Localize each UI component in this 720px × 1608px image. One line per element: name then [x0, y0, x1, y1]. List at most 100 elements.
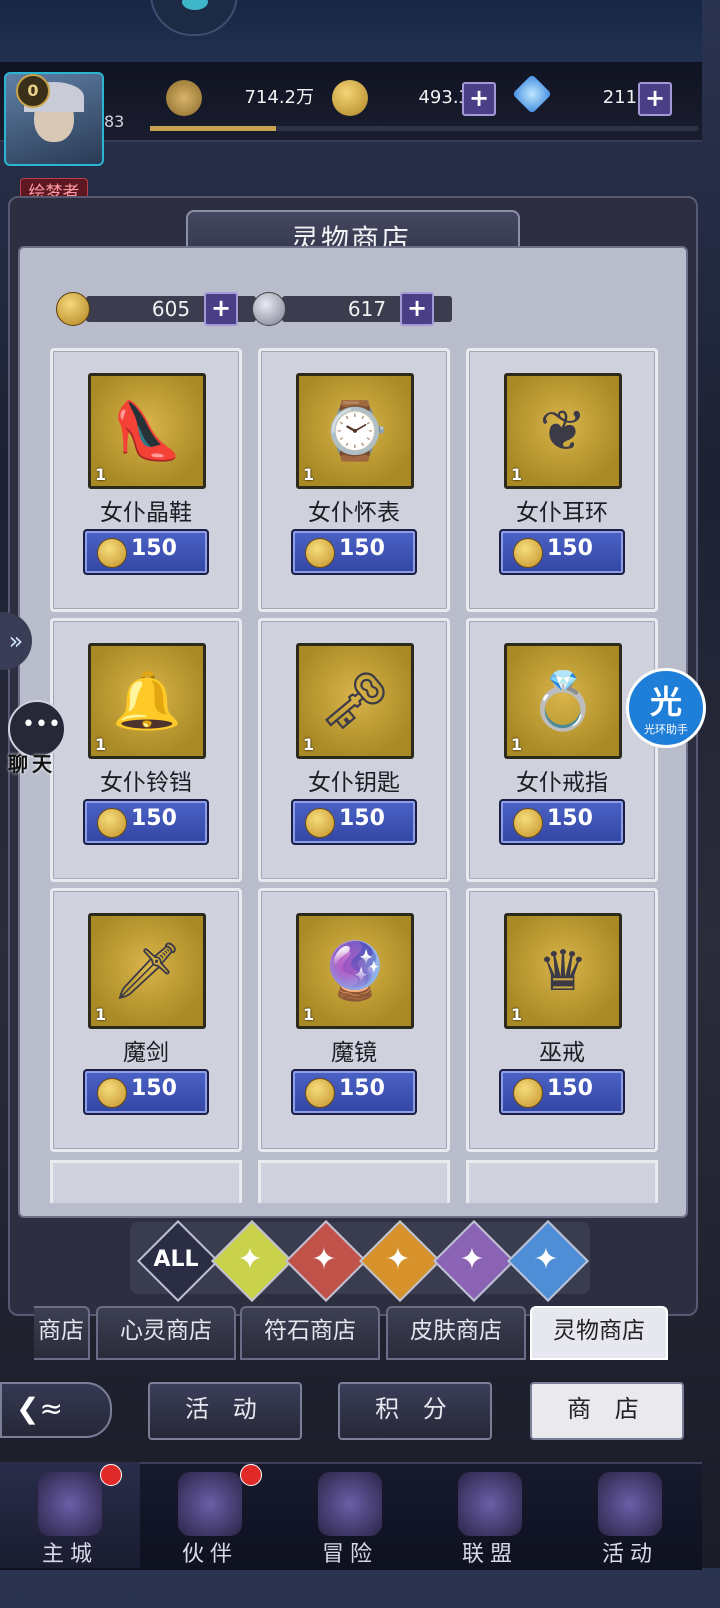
buy-button[interactable]: 150 — [83, 799, 209, 845]
item-card-partial[interactable] — [258, 1160, 450, 1203]
item-price: 150 — [339, 806, 385, 831]
ring-icon: 💍 — [528, 669, 598, 734]
item-card[interactable]: 💍 1 女仆戒指 150 — [466, 618, 658, 882]
points-button[interactable]: 积 分 — [338, 1382, 492, 1440]
cards-icon — [598, 1472, 662, 1536]
tab-rune-shop[interactable]: 符石商店 — [240, 1306, 380, 1360]
mirror-icon: 🔮 — [320, 939, 390, 1004]
player-level: 83 — [104, 112, 125, 131]
item-image[interactable]: 🔔 1 — [88, 643, 206, 759]
buy-button[interactable]: 150 — [291, 1069, 417, 1115]
tab-alliance[interactable]: 联盟 — [420, 1462, 560, 1568]
sword-icon: 🗡 — [111, 939, 183, 1004]
spirit-coin-icon — [97, 808, 127, 838]
gold-display: 493.3万 + — [332, 80, 502, 116]
item-image[interactable]: 💍 1 — [504, 643, 622, 759]
power-display: 714.2万 — [166, 80, 316, 116]
item-card-partial[interactable] — [50, 1160, 242, 1203]
tab-shop-partial[interactable]: 商店 — [34, 1306, 90, 1360]
tab-skin-shop[interactable]: 皮肤商店 — [386, 1306, 526, 1360]
power-value: 714.2万 — [244, 87, 314, 108]
pocket-watch-icon: ⌚ — [320, 399, 390, 464]
buy-button[interactable]: 150 — [83, 529, 209, 575]
item-name: 女仆戒指 — [516, 770, 608, 796]
tab-spirit-shop[interactable]: 灵物商店 — [530, 1306, 668, 1360]
add-diamond-button[interactable]: + — [638, 82, 672, 116]
item-card[interactable]: ♛ 1 巫戒 150 — [466, 888, 658, 1152]
item-card[interactable]: 🗡 1 魔剑 150 — [50, 888, 242, 1152]
item-name: 女仆钥匙 — [308, 770, 400, 796]
add-currency1-button[interactable]: + — [204, 292, 238, 326]
item-image[interactable]: 🔮 1 — [296, 913, 414, 1029]
crown-ring-icon: ♛ — [537, 938, 589, 1004]
helper-float-button[interactable]: 光 光环助手 — [626, 668, 706, 748]
spirit-coin-icon — [305, 538, 335, 568]
item-card[interactable]: 👠 1 女仆晶鞋 150 — [50, 348, 242, 612]
item-image[interactable]: ⌚ 1 — [296, 373, 414, 489]
buy-button[interactable]: 150 — [291, 799, 417, 845]
item-quantity: 1 — [95, 465, 107, 484]
item-card[interactable]: 🗝 1 女仆钥匙 150 — [258, 618, 450, 882]
top-strip — [0, 0, 702, 70]
item-image[interactable]: ❦ 1 — [504, 373, 622, 489]
tab-adventure[interactable]: 冒险 — [280, 1462, 420, 1568]
item-quantity: 1 — [95, 1005, 107, 1024]
add-gold-button[interactable]: + — [462, 82, 496, 116]
item-quantity: 1 — [511, 1005, 523, 1024]
star-icon: ✦ — [311, 1242, 337, 1277]
chat-bubble-icon: ••• — [22, 712, 61, 737]
buy-button[interactable]: 150 — [499, 799, 625, 845]
tab-alliance-label: 联盟 — [461, 1542, 518, 1567]
item-image[interactable]: 🗝 1 — [296, 643, 414, 759]
tab-adventure-label: 冒险 — [321, 1542, 378, 1567]
spirit-coin-icon — [97, 1078, 127, 1108]
item-price: 150 — [339, 536, 385, 561]
item-quantity: 1 — [511, 465, 523, 484]
spirit-coin-icon — [305, 1078, 335, 1108]
star-icon: ✦ — [533, 1242, 559, 1277]
back-arrow-icon: ❮≈ — [16, 1392, 63, 1425]
witch-hat-icon — [178, 1472, 242, 1536]
castle-icon — [38, 1472, 102, 1536]
item-name: 巫戒 — [539, 1040, 585, 1066]
item-card[interactable]: ❦ 1 女仆耳环 150 — [466, 348, 658, 612]
item-card-partial[interactable] — [466, 1160, 658, 1203]
item-name: 女仆怀表 — [308, 500, 400, 526]
tab-heart-shop[interactable]: 心灵商店 — [96, 1306, 236, 1360]
filter-all-label: ALL — [153, 1247, 199, 1272]
item-price: 150 — [339, 1076, 385, 1101]
compass-icon — [318, 1472, 382, 1536]
activity-button[interactable]: 活 动 — [148, 1382, 302, 1440]
star-icon: ✦ — [385, 1242, 411, 1277]
tab-events-label: 活动 — [601, 1542, 658, 1567]
item-card[interactable]: ⌚ 1 女仆怀表 150 — [258, 348, 450, 612]
key-icon: 🗝 — [319, 669, 391, 734]
item-name: 女仆铃铛 — [100, 770, 192, 796]
item-name: 魔镜 — [331, 1040, 377, 1066]
buy-button[interactable]: 150 — [499, 1069, 625, 1115]
bell-icon: 🔔 — [112, 669, 182, 734]
notification-dot — [100, 1464, 122, 1486]
chat-label: 聊天 — [8, 752, 56, 776]
item-image[interactable]: 👠 1 — [88, 373, 206, 489]
item-quantity: 1 — [95, 735, 107, 754]
item-card[interactable]: 🔔 1 女仆铃铛 150 — [50, 618, 242, 882]
spirit-coin-icon — [513, 1078, 543, 1108]
spirit-coin-icon — [513, 538, 543, 568]
store-button[interactable]: 商 店 — [530, 1382, 684, 1440]
item-image[interactable]: ♛ 1 — [504, 913, 622, 1029]
back-button[interactable]: ❮≈ — [0, 1382, 112, 1438]
item-price: 150 — [547, 536, 593, 561]
item-card[interactable]: 🔮 1 魔镜 150 — [258, 888, 450, 1152]
helper-glyph: 光 — [649, 683, 682, 721]
glass-slipper-icon: 👠 — [112, 399, 182, 464]
item-image[interactable]: 🗡 1 — [88, 913, 206, 1029]
add-currency2-button[interactable]: + — [400, 292, 434, 326]
tab-events[interactable]: 活动 — [560, 1462, 700, 1568]
item-price: 150 — [131, 536, 177, 561]
item-name: 魔剑 — [123, 1040, 169, 1066]
buy-button[interactable]: 150 — [499, 529, 625, 575]
buy-button[interactable]: 150 — [83, 1069, 209, 1115]
vip-badge: 0 — [16, 74, 50, 108]
buy-button[interactable]: 150 — [291, 529, 417, 575]
